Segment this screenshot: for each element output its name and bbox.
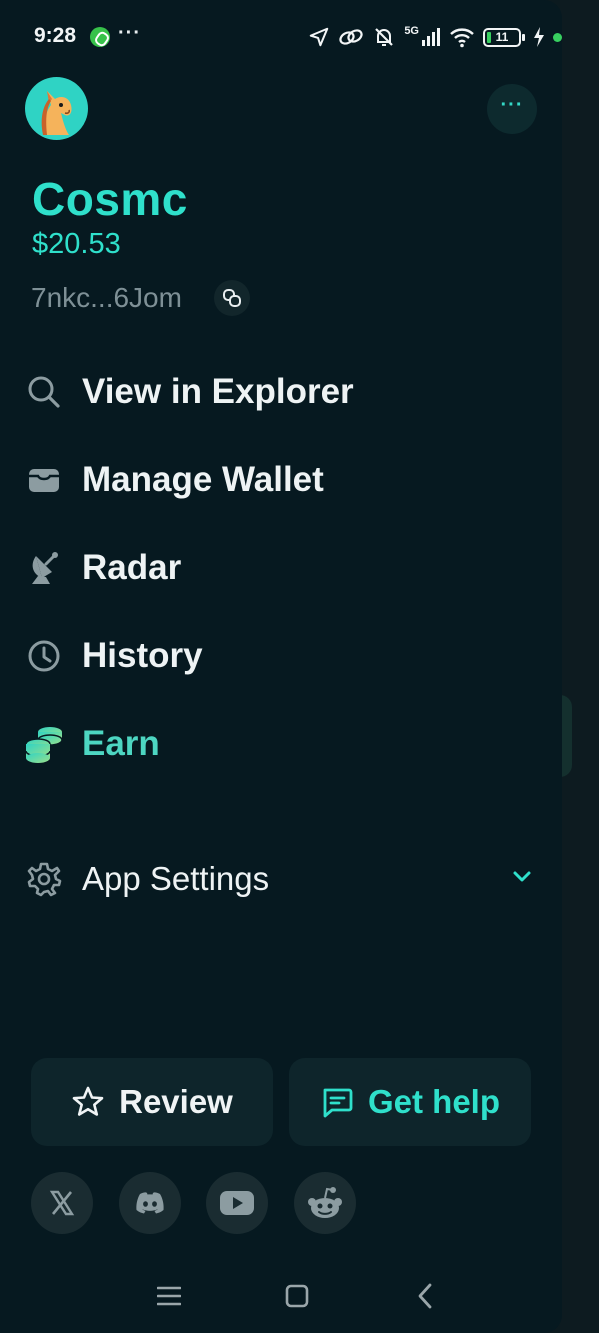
app-settings-label: App Settings [82, 860, 270, 897]
menu-item-earn[interactable]: Earn [24, 716, 534, 772]
back-button[interactable] [405, 1280, 445, 1312]
review-button[interactable]: Review [31, 1058, 273, 1146]
menu-item-label: Manage Wallet [82, 460, 324, 499]
menu-item-label: Earn [82, 724, 160, 763]
menu-item-manage-wallet[interactable]: Manage Wallet [24, 452, 534, 508]
menu-item-radar[interactable]: Radar [24, 540, 534, 596]
discord-social-button[interactable] [119, 1172, 181, 1234]
menu-item-label: Radar [82, 548, 182, 587]
coins-icon [24, 724, 64, 764]
app-settings-toggle[interactable]: App Settings [24, 851, 534, 907]
discord-icon [136, 1192, 164, 1214]
more-dots-icon: ··· [500, 94, 524, 116]
star-icon [72, 1086, 104, 1116]
gear-icon [24, 859, 64, 899]
satellite-dish-icon [24, 548, 64, 588]
wifi-icon [450, 28, 474, 48]
get-help-button[interactable]: Get help [289, 1058, 531, 1146]
system-navigation-bar [0, 1262, 562, 1326]
horse-illustration [41, 91, 72, 135]
youtube-social-button[interactable] [206, 1172, 268, 1234]
x-icon [49, 1190, 75, 1216]
review-label: Review [119, 1083, 233, 1120]
x-social-button[interactable] [31, 1172, 93, 1234]
link-icon [339, 29, 363, 45]
network-type: 5G [404, 25, 419, 37]
recent-apps-button[interactable] [149, 1280, 189, 1312]
signal-icon [422, 28, 440, 46]
privacy-indicator-dot [553, 32, 562, 42]
search-icon [24, 372, 64, 412]
menu-item-label: History [82, 636, 203, 675]
location-icon [310, 27, 329, 47]
square-home-icon [285, 1284, 309, 1308]
menu-item-label: View in Explorer [82, 372, 354, 411]
chat-icon [323, 1088, 353, 1118]
horse-avatar-icon[interactable] [25, 77, 88, 140]
more-notifications-icon: ··· [118, 22, 141, 44]
more-options-button[interactable]: ··· [487, 84, 537, 134]
side-drawer: 9:28 ··· 5G 11 ··· Cosmc $20.53 7nkc...6… [0, 0, 562, 1333]
status-bar: 9:28 ··· 5G 11 [0, 0, 562, 72]
status-icons: 5G 11 [308, 22, 562, 52]
silent-bell-icon [375, 28, 394, 46]
wallet-icon [24, 460, 64, 500]
youtube-icon [220, 1191, 254, 1215]
chevron-down-icon [513, 871, 531, 882]
get-help-label: Get help [367, 1083, 501, 1120]
wallet-address: 7nkc...6Jom [31, 282, 182, 313]
home-button[interactable] [277, 1280, 317, 1312]
copy-address-button[interactable] [214, 280, 250, 316]
back-chevron-icon [418, 1283, 432, 1309]
menu-item-view-in-explorer[interactable]: View in Explorer [24, 364, 534, 420]
wallet-name: Cosmc [32, 173, 188, 225]
wallet-balance: $20.53 [32, 228, 121, 260]
charging-icon [534, 27, 544, 47]
underlying-screen [560, 0, 599, 1333]
app-notification-icon [90, 27, 110, 47]
reddit-icon [308, 1187, 342, 1218]
clock-icon [24, 636, 64, 676]
menu-item-history[interactable]: History [24, 628, 534, 684]
copy-icon [223, 289, 241, 307]
status-time: 9:28 [34, 24, 77, 47]
menu-lines-icon [157, 1286, 181, 1306]
battery-indicator: 11 [483, 27, 525, 47]
reddit-social-button[interactable] [294, 1172, 356, 1234]
